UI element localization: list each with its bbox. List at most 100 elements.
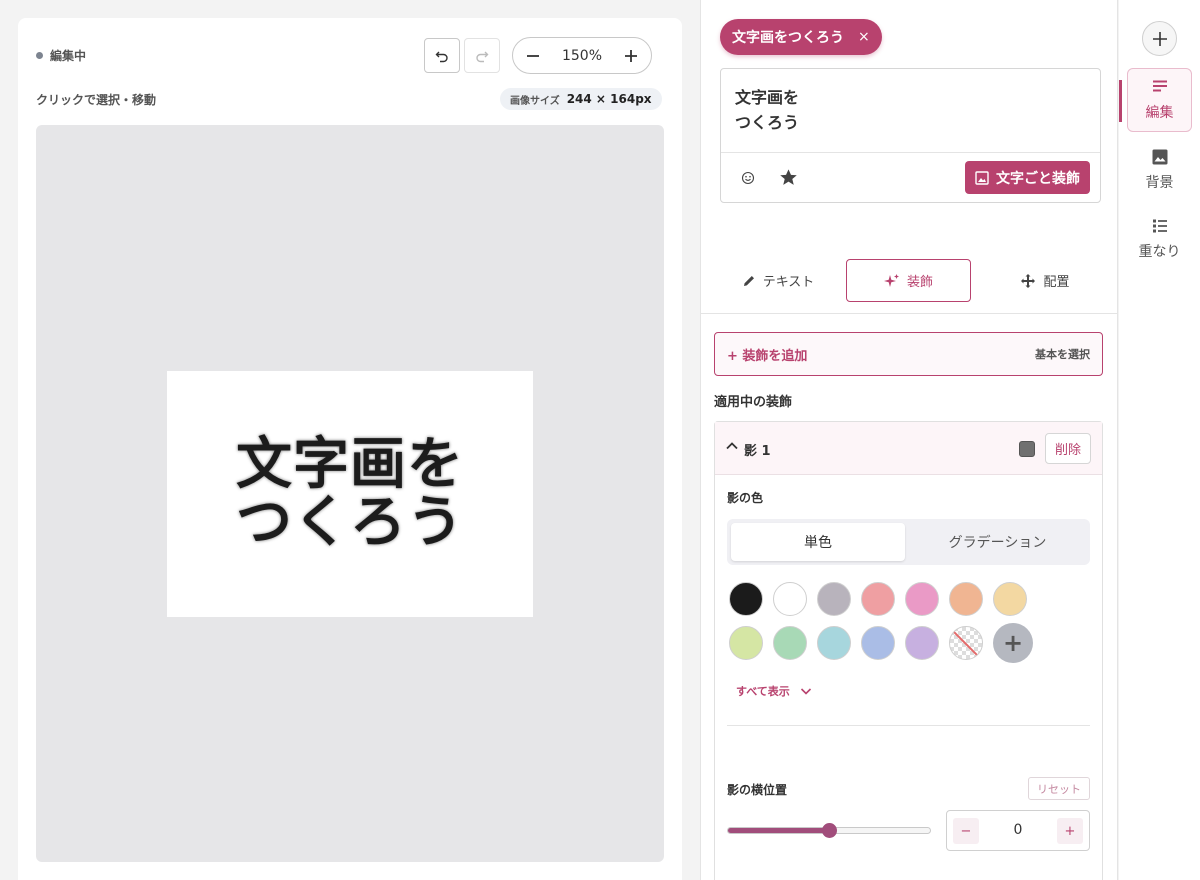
shadow-offset-x-slider[interactable] (727, 823, 931, 838)
editor-tabs: テキスト 装飾 配置 (701, 258, 1117, 314)
image-frame-icon (975, 170, 989, 185)
edit-lines-icon (1152, 80, 1167, 92)
color-swatch[interactable] (817, 626, 851, 660)
decorate-all-button[interactable]: 文字ごと装飾 (965, 161, 1090, 194)
color-palette: + (729, 582, 1039, 663)
nav-item-background[interactable]: 背景 (1127, 138, 1192, 202)
delete-button[interactable]: 削除 (1045, 433, 1091, 464)
divider (727, 725, 1090, 726)
image-icon (1152, 149, 1167, 165)
canvas-hint: クリックで選択・移動 (36, 93, 157, 107)
canvas-stage[interactable]: 文字画を つくろう (36, 125, 664, 862)
layers-list-icon (1152, 219, 1167, 233)
tab-decoration[interactable]: 装飾 (846, 259, 971, 302)
color-swatch[interactable] (729, 582, 763, 616)
color-swatch[interactable] (817, 582, 851, 616)
symbol-button[interactable] (777, 166, 799, 188)
nav-item-background-label: 背景 (1145, 175, 1174, 191)
color-swatch[interactable] (949, 582, 983, 616)
image-size-badge: 画像サイズ 244 × 164px (500, 88, 662, 110)
text-layer-chip[interactable]: 文字画をつくろう × (720, 19, 882, 55)
chevron-down-icon (800, 688, 811, 695)
plus-icon (1152, 31, 1167, 46)
color-swatch[interactable] (773, 582, 807, 616)
add-decoration-label: + 装飾を追加 (727, 348, 808, 364)
decrement-button[interactable]: − (953, 818, 979, 844)
nav-item-layers-label: 重なり (1138, 244, 1181, 260)
text-input[interactable]: 文字画を つくろう (735, 85, 799, 135)
tab-text[interactable]: テキスト (741, 259, 815, 302)
nav-item-edit[interactable]: 編集 (1127, 68, 1192, 132)
tab-layout-label: 配置 (1043, 275, 1070, 290)
tab-text-label: テキスト (762, 275, 815, 290)
undo-icon (435, 51, 448, 62)
shadow-color-swatch (1019, 441, 1035, 457)
slider-thumb[interactable] (822, 823, 837, 838)
text-art-content: 文字画を つくろう (236, 432, 464, 555)
edit-status: 編集中 (36, 47, 86, 64)
add-layer-button[interactable] (1142, 21, 1177, 56)
color-swatch[interactable] (993, 582, 1027, 616)
color-mode-toggle: 単色 グラデーション (727, 519, 1090, 565)
move-icon (1021, 273, 1036, 288)
shadow-color-label: 影の色 (727, 491, 764, 505)
slider-fill (728, 828, 829, 833)
decorate-all-label: 文字ごと装飾 (996, 170, 1080, 187)
sparkle-icon (883, 273, 899, 287)
image-size-value: 244 × 164px (566, 92, 652, 106)
close-icon[interactable]: × (858, 29, 870, 45)
redo-icon (476, 51, 489, 62)
chevron-up-icon[interactable] (725, 439, 739, 453)
text-input-card: 文字画を つくろう 文字ごと装飾 (720, 68, 1101, 203)
minus-icon (527, 54, 539, 57)
nav-item-layers[interactable]: 重なり (1127, 207, 1192, 271)
text-layer-chip-label: 文字画をつくろう (732, 30, 844, 46)
star-icon (779, 168, 797, 185)
color-swatch[interactable] (729, 626, 763, 660)
smiley-icon (741, 171, 755, 185)
zoom-in-button[interactable] (621, 46, 641, 66)
canvas-panel: 編集中 150% クリックで選択・移動 画像サイズ 244 × 164px 文字… (18, 18, 682, 880)
add-decoration-button[interactable]: + 装飾を追加 基本を選択 (714, 332, 1103, 376)
status-label: 編集中 (50, 49, 87, 63)
color-swatch[interactable] (861, 626, 895, 660)
add-color-button[interactable]: + (993, 623, 1033, 663)
applied-decorations-title: 適用中の装飾 (714, 395, 793, 410)
image-size-label: 画像サイズ (510, 95, 560, 107)
color-swatch[interactable] (905, 626, 939, 660)
text-art-preview[interactable]: 文字画を つくろう (167, 371, 533, 617)
show-all-label: すべて表示 (736, 685, 790, 698)
shadow-offset-x-stepper: − 0 + (946, 810, 1090, 851)
color-swatch[interactable] (773, 626, 807, 660)
plus-icon (625, 49, 637, 62)
basic-select-link[interactable]: 基本を選択 (1035, 346, 1090, 362)
reset-button[interactable]: リセット (1028, 777, 1090, 800)
zoom-level: 150% (561, 47, 603, 64)
decoration-name: 影 1 (744, 444, 771, 459)
color-swatch[interactable] (861, 582, 895, 616)
tab-layout[interactable]: 配置 (1009, 259, 1081, 302)
zoom-control: 150% (512, 37, 652, 74)
no-color-swatch[interactable] (949, 626, 983, 660)
color-swatch[interactable] (905, 582, 939, 616)
mode-gradient[interactable]: グラデーション (909, 523, 1086, 561)
editor-panel: 文字画をつくろう × 文字画を つくろう 文字ごと装飾 テキスト 装飾 配置 +… (700, 0, 1118, 880)
pencil-icon (743, 275, 754, 286)
tab-decoration-label: 装飾 (906, 275, 933, 290)
active-indicator (1119, 80, 1122, 122)
shadow-offset-x-value[interactable]: 0 (987, 822, 1049, 838)
shadow-decoration-card: 影 1 削除 影の色 単色 グラデーション + すべて表示 影の横位置 リセット… (714, 421, 1103, 880)
redo-button[interactable] (464, 38, 500, 73)
status-dot (36, 52, 43, 59)
shadow-offset-x-label: 影の横位置 (727, 783, 788, 797)
emoji-button[interactable] (737, 167, 759, 189)
zoom-out-button[interactable] (523, 46, 543, 66)
divider (721, 152, 1100, 153)
nav-item-edit-label: 編集 (1145, 105, 1174, 121)
increment-button[interactable]: + (1057, 818, 1083, 844)
side-nav: 編集 背景 重なり (1119, 0, 1200, 880)
decoration-header[interactable]: 影 1 削除 (715, 422, 1102, 475)
undo-button[interactable] (424, 38, 460, 73)
show-all-colors-link[interactable]: すべて表示 (736, 683, 812, 699)
mode-single-color[interactable]: 単色 (731, 523, 905, 561)
